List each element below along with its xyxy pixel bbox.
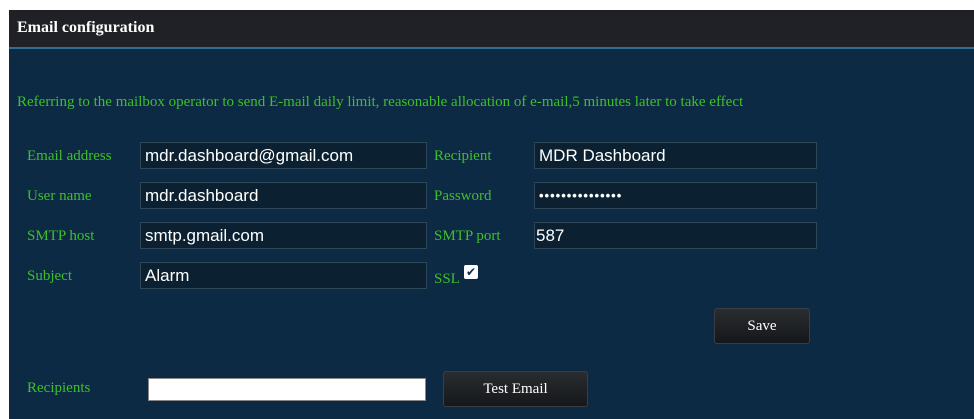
recipient-label: Recipient	[434, 148, 492, 164]
recipients-label: Recipients	[27, 380, 91, 396]
panel-title: Email configuration	[17, 19, 155, 36]
subject-input[interactable]: Alarm	[140, 262, 427, 289]
subject-label: Subject	[27, 268, 72, 284]
ssl-label: SSL	[434, 271, 460, 287]
ssl-checkbox[interactable]: ✔	[464, 265, 478, 279]
user-name-label: User name	[27, 188, 92, 204]
email-config-panel: Email configuration Referring to the mai…	[9, 10, 974, 419]
user-name-input[interactable]: mdr.dashboard	[140, 182, 427, 209]
smtp-port-input[interactable]: 587	[534, 222, 817, 249]
email-address-label: Email address	[27, 148, 112, 164]
recipient-input[interactable]: MDR Dashboard	[534, 142, 817, 169]
save-button[interactable]: Save	[714, 308, 810, 344]
email-address-input[interactable]: mdr.dashboard@gmail.com	[140, 142, 427, 169]
test-email-button[interactable]: Test Email	[443, 371, 588, 407]
smtp-port-label: SMTP port	[434, 228, 501, 244]
password-input[interactable]: •••••••••••••••	[534, 182, 817, 209]
recipients-input[interactable]	[148, 378, 426, 401]
panel-header: Email configuration	[9, 10, 974, 49]
smtp-host-input[interactable]: smtp.gmail.com	[140, 222, 427, 249]
limit-notice: Referring to the mailbox operator to sen…	[17, 94, 744, 110]
smtp-host-label: SMTP host	[27, 228, 95, 244]
password-label: Password	[434, 188, 492, 204]
